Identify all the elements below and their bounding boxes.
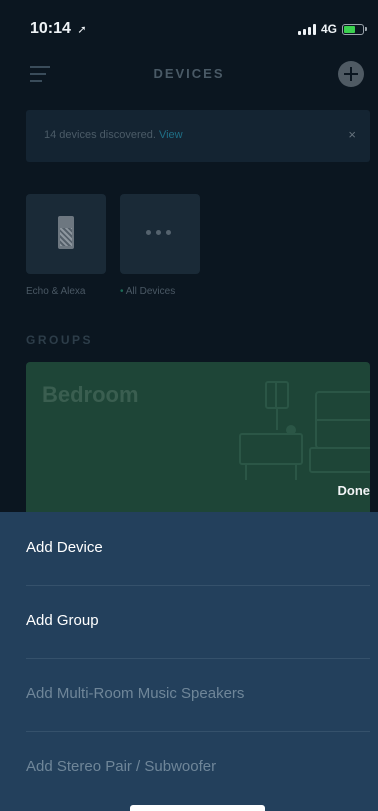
page-title: DEVICES [153,66,225,81]
echo-speaker-icon [58,216,74,249]
group-title: Bedroom [42,382,139,407]
add-group-option[interactable]: Add Group [26,585,370,658]
option-label: Add Device [26,539,103,556]
battery-charging-icon [342,23,367,35]
group-card-bedroom[interactable]: Bedroom [26,362,370,522]
discovery-banner: 14 devices discovered. View × [26,110,370,162]
battery-level-fill [344,25,355,33]
close-icon[interactable]: × [348,127,356,142]
tile-echo-alexa[interactable] [26,194,106,274]
add-stereo-pair-option[interactable]: Add Stereo Pair / Subwoofer [26,731,370,804]
more-dots-icon [146,230,171,235]
option-label: Add Multi-Room Music Speakers [26,685,245,702]
plus-circle-icon[interactable] [338,61,364,87]
banner-view-link[interactable]: View [159,129,183,141]
time-text: 10:14 [30,20,71,37]
status-time: 10:14 ➚ [30,20,87,38]
add-multi-room-option[interactable]: Add Multi-Room Music Speakers [26,658,370,731]
option-label: Add Stereo Pair / Subwoofer [26,758,217,775]
tile-label-all-devices: • All Devices [120,286,175,297]
location-arrow-icon: ➚ [77,24,87,36]
status-indicators: 4G [297,22,367,36]
banner-message: 14 devices discovered. [44,129,159,141]
home-indicator[interactable] [130,805,265,811]
devices-screen: 10:14 ➚ 4G DEVICES 14 devices discovered… [0,0,378,811]
all-devices-text: All Devices [125,286,176,297]
done-button[interactable]: Done [338,483,371,498]
status-bar: 10:14 ➚ 4G [0,0,378,44]
groups-heading: GROUPS [26,333,94,347]
new-bullet: • [120,286,124,297]
tile-label-echo-alexa: Echo & Alexa [26,286,86,297]
option-label: Add Group [26,612,99,629]
banner-text: 14 devices discovered. View [44,129,183,141]
network-type: 4G [320,22,337,36]
app-header: DEVICES [0,56,378,92]
add-action-sheet: Add Device Add Group Add Multi-Room Musi… [0,512,378,811]
signal-icon [297,23,316,35]
add-device-option[interactable]: Add Device [26,512,370,585]
tile-all-devices[interactable] [120,194,200,274]
